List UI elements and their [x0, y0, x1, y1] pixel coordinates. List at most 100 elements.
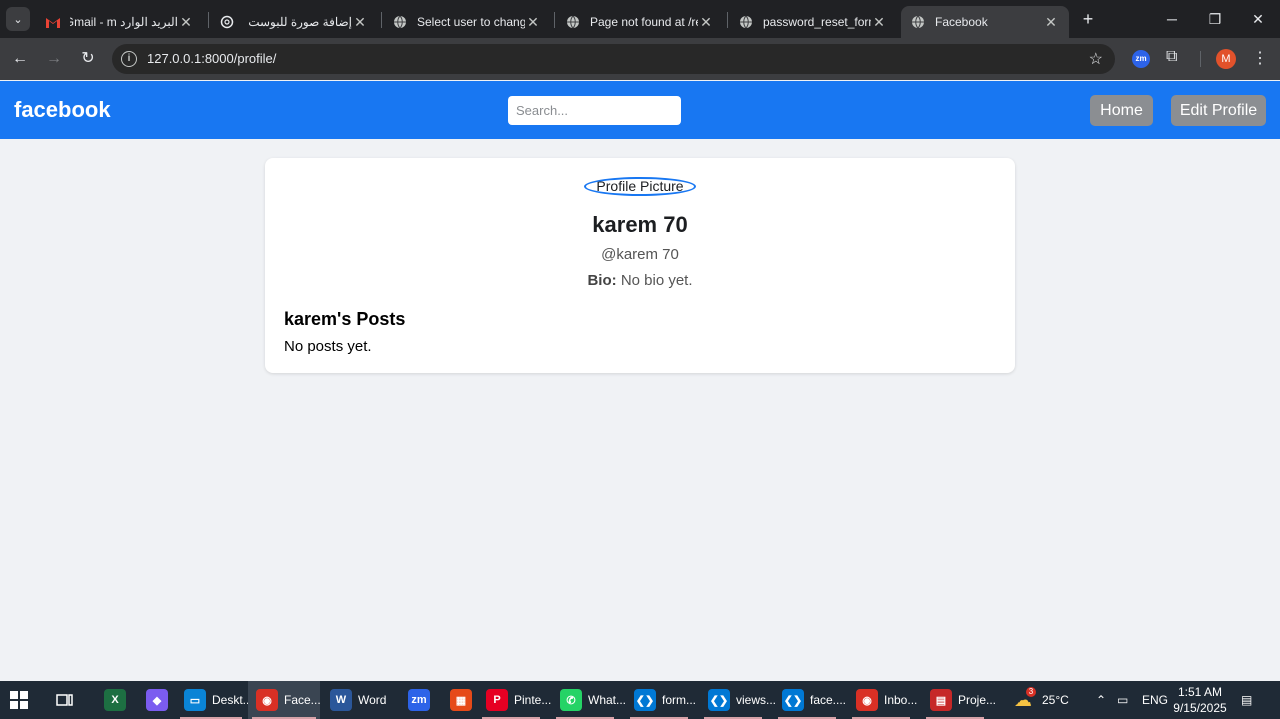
- close-window-icon[interactable]: ✕: [1248, 9, 1268, 29]
- close-tab-icon[interactable]: ✕: [698, 14, 714, 31]
- close-tab-icon[interactable]: ✕: [352, 14, 368, 31]
- task-view-icon: [56, 694, 73, 706]
- pdf-icon: ▤: [930, 689, 952, 711]
- pinterest-icon: P: [486, 689, 508, 711]
- globe-icon: [739, 15, 753, 29]
- taskbar-app-9[interactable]: ❮❯ form...: [626, 681, 696, 719]
- whatsapp-icon: ✆: [560, 689, 582, 711]
- taskbar-app-0[interactable]: X: [96, 681, 130, 719]
- desktop-icon: ▭: [184, 689, 206, 711]
- site-info-icon[interactable]: i: [121, 51, 137, 67]
- close-tab-icon[interactable]: ✕: [871, 14, 887, 31]
- task-view-button[interactable]: [56, 681, 80, 719]
- windows-logo-icon: [10, 691, 28, 709]
- taskbar-app-4[interactable]: W Word: [322, 681, 388, 719]
- clock-date: 9/15/2025: [1173, 701, 1227, 715]
- browser-toolbar: ← → ↻ i 127.0.0.1:8000/profile/ ☆ zm ⧉ M…: [0, 38, 1280, 80]
- taskbar-app-2[interactable]: ▭ Deskt...: [176, 681, 253, 719]
- profile-card: Profile Picture karem 70 @karem 70 Bio: …: [265, 158, 1015, 373]
- gmail-icon: [46, 15, 60, 29]
- weather-badge: 3: [1026, 686, 1036, 697]
- tab-facebook[interactable]: Facebook ✕: [901, 6, 1069, 38]
- tab-page-not-found[interactable]: Page not found at /re ✕: [556, 6, 724, 38]
- search-input[interactable]: [508, 96, 681, 125]
- back-icon[interactable]: ←: [9, 48, 31, 70]
- taskbar-app-6[interactable]: ▦: [442, 681, 472, 719]
- taskbar-app-label: Word: [358, 693, 387, 707]
- browser-profile-avatar[interactable]: M: [1216, 49, 1236, 69]
- tab-title: إضافة صورة للبوست: [248, 15, 352, 29]
- taskbar-app-label: views...: [736, 693, 777, 707]
- tab-title: password_reset_form: [763, 15, 871, 29]
- bio-text: No bio yet.: [620, 272, 693, 289]
- notifications-icon[interactable]: ▤: [1241, 681, 1252, 719]
- home-button[interactable]: Home: [1090, 95, 1153, 126]
- close-tab-icon[interactable]: ✕: [178, 14, 194, 31]
- tab-title: Facebook: [935, 15, 988, 29]
- taskbar-app-label: Pinte...: [514, 693, 552, 707]
- show-hidden-icons-icon[interactable]: ⌃: [1096, 681, 1106, 719]
- tab-divider: [727, 12, 728, 28]
- taskbar-app-label: Proje...: [958, 693, 997, 707]
- excel-icon: X: [104, 689, 126, 711]
- taskbar-app-label: What...: [588, 693, 627, 707]
- clock-time: 1:51 AM: [1177, 685, 1223, 699]
- address-bar[interactable]: i 127.0.0.1:8000/profile/ ☆: [112, 44, 1115, 74]
- forward-icon[interactable]: →: [43, 48, 65, 70]
- posts-heading: karem's Posts: [284, 309, 406, 329]
- chatgpt-icon: [220, 15, 234, 29]
- globe-icon: [911, 15, 925, 29]
- vscode-icon: ❮❯: [634, 689, 656, 711]
- url-text[interactable]: 127.0.0.1:8000/profile/: [147, 51, 276, 66]
- copilot-icon: ◆: [146, 689, 168, 711]
- restore-icon[interactable]: ❐: [1205, 9, 1225, 29]
- site-header: facebook Home Edit Profile: [0, 81, 1280, 139]
- zoom-extension-icon[interactable]: zm: [1132, 50, 1150, 68]
- tab-password-reset[interactable]: password_reset_form ✕: [729, 6, 897, 38]
- bookmark-star-icon[interactable]: ☆: [1089, 49, 1103, 69]
- taskbar-app-11[interactable]: ❮❯ face....: [774, 681, 846, 719]
- profile-name: karem 70: [592, 212, 688, 237]
- taskbar-app-3[interactable]: ◉ Face...: [248, 681, 321, 719]
- taskbar-app-10[interactable]: ❮❯ views...: [700, 681, 776, 719]
- tab-chatgpt[interactable]: إضافة صورة للبوست ✕: [210, 6, 378, 38]
- taskbar-app-13[interactable]: ▤ Proje...: [922, 681, 996, 719]
- taskbar-app-label: face....: [810, 693, 847, 707]
- tab-title: البريد الوارد Gmail - m: [70, 15, 178, 29]
- profile-username: @karem 70: [601, 246, 679, 263]
- reload-icon[interactable]: ↻: [77, 48, 99, 70]
- empty-posts-message: No posts yet.: [284, 338, 372, 355]
- tab-divider: [208, 12, 209, 28]
- language-indicator[interactable]: ENG: [1142, 681, 1168, 719]
- tab-select-user[interactable]: Select user to change ✕: [383, 6, 551, 38]
- new-tab-button[interactable]: +: [1078, 9, 1098, 29]
- taskbar-app-label: Face...: [284, 693, 321, 707]
- facebook-logo[interactable]: facebook: [14, 97, 111, 123]
- profile-picture: Profile Picture: [584, 177, 696, 196]
- bio-label: Bio:: [587, 272, 617, 289]
- taskbar-app-1[interactable]: ◆: [138, 681, 168, 719]
- vscode-icon: ❮❯: [782, 689, 804, 711]
- weather-widget[interactable]: ☁ 3 25°C: [1014, 681, 1069, 719]
- edit-profile-button[interactable]: Edit Profile: [1171, 95, 1266, 126]
- close-tab-icon[interactable]: ✕: [525, 14, 541, 31]
- taskbar-app-8[interactable]: ✆ What...: [552, 681, 626, 719]
- taskbar-app-label: Inbo...: [884, 693, 918, 707]
- more-menu-icon[interactable]: ⋮: [1252, 48, 1268, 68]
- tab-gmail[interactable]: البريد الوارد Gmail - m ✕: [36, 6, 204, 38]
- zoom-icon: zm: [408, 689, 430, 711]
- chrome-icon: ◉: [256, 689, 278, 711]
- close-tab-icon[interactable]: ✕: [1043, 14, 1059, 31]
- battery-network-icon[interactable]: ▭: [1117, 681, 1128, 719]
- vscode-icon: ❮❯: [708, 689, 730, 711]
- taskbar-app-7[interactable]: P Pinte...: [478, 681, 551, 719]
- chrome-icon: ◉: [856, 689, 878, 711]
- minimize-icon[interactable]: ─: [1162, 9, 1182, 29]
- clock[interactable]: 1:51 AM 9/15/2025: [1170, 684, 1230, 716]
- taskbar-app-12[interactable]: ◉ Inbo...: [848, 681, 918, 719]
- tab-search-button[interactable]: ⌄: [6, 7, 30, 31]
- extensions-puzzle-icon[interactable]: ⧉: [1166, 48, 1177, 66]
- taskbar-app-5[interactable]: zm: [400, 681, 430, 719]
- word-icon: W: [330, 689, 352, 711]
- start-button[interactable]: [10, 681, 36, 719]
